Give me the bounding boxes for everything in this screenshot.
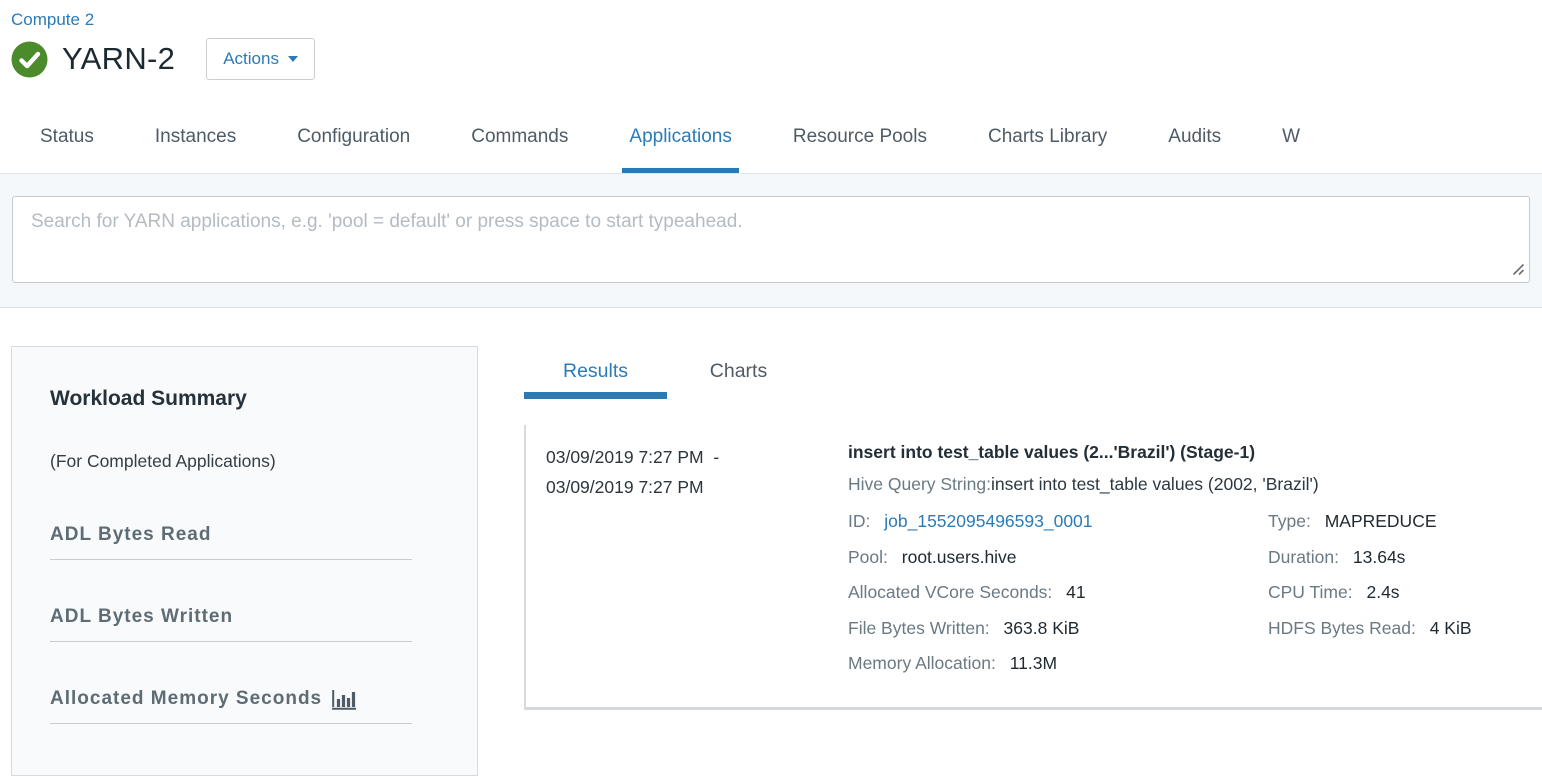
attribute-label: Pool: xyxy=(848,547,888,567)
attribute-label: File Bytes Written: xyxy=(848,618,990,638)
attribute-value: 13.64s xyxy=(1353,547,1406,567)
tab-truncated[interactable]: W xyxy=(1282,100,1300,173)
tab-audits[interactable]: Audits xyxy=(1168,100,1221,173)
main-content: Workload Summary (For Completed Applicat… xyxy=(0,346,1542,776)
attribute-label: Allocated VCore Seconds: xyxy=(848,582,1052,602)
workload-summary-panel: Workload Summary (For Completed Applicat… xyxy=(11,346,478,776)
metric-adl-bytes-written[interactable]: ADL Bytes Written xyxy=(50,606,412,642)
tab-commands[interactable]: Commands xyxy=(471,100,568,173)
search-input[interactable] xyxy=(12,196,1530,283)
attribute-label: CPU Time: xyxy=(1268,582,1353,602)
bar-chart-icon xyxy=(332,689,356,710)
breadcrumb-compute-link[interactable]: Compute 2 xyxy=(11,10,94,30)
actions-button[interactable]: Actions xyxy=(206,38,315,80)
metric-label: ADL Bytes Written xyxy=(50,606,233,628)
hive-query-value: insert into test_table values (2002, 'Br… xyxy=(991,474,1319,494)
attribute-label: HDFS Bytes Read: xyxy=(1268,618,1416,638)
application-title: insert into test_table values (2...'Braz… xyxy=(848,442,1542,463)
chevron-down-icon xyxy=(288,56,298,62)
hive-query-label: Hive Query String: xyxy=(848,474,991,494)
metric-label: Allocated Memory Seconds xyxy=(50,688,322,710)
workload-summary-subtitle: (For Completed Applications) xyxy=(50,451,439,472)
application-time-range: 03/09/2019 7:27 PM - 03/09/2019 7:27 PM xyxy=(546,442,829,707)
attribute-memory-allocation: Memory Allocation: 11.3M xyxy=(848,646,1268,682)
attribute-hdfs-bytes-read: HDFS Bytes Read: 4 KiB xyxy=(1268,611,1542,647)
tab-resource-pools[interactable]: Resource Pools xyxy=(793,100,927,173)
tab-charts[interactable]: Charts xyxy=(667,346,810,399)
actions-button-label: Actions xyxy=(223,49,279,69)
application-attributes: ID: job_1552095496593_0001 Pool: root.us… xyxy=(848,504,1542,682)
tab-status[interactable]: Status xyxy=(40,100,94,173)
attribute-cpu-time: CPU Time: 2.4s xyxy=(1268,575,1542,611)
tab-results[interactable]: Results xyxy=(524,346,667,399)
attribute-label: ID: xyxy=(848,511,870,531)
metric-allocated-memory-seconds[interactable]: Allocated Memory Seconds xyxy=(50,688,412,724)
attribute-label: Type: xyxy=(1268,511,1311,531)
tab-charts-library[interactable]: Charts Library xyxy=(988,100,1107,173)
service-header: YARN-2 Actions xyxy=(11,35,1542,83)
attribute-label: Duration: xyxy=(1268,547,1339,567)
tab-applications[interactable]: Applications xyxy=(629,100,731,173)
page-title: YARN-2 xyxy=(62,41,175,77)
workload-summary-title: Workload Summary xyxy=(50,387,439,411)
attribute-type: Type: MAPREDUCE xyxy=(1268,504,1542,540)
application-search-section xyxy=(0,174,1542,308)
attributes-left-column: ID: job_1552095496593_0001 Pool: root.us… xyxy=(848,504,1268,682)
attribute-allocated-vcore-seconds: Allocated VCore Seconds: 41 xyxy=(848,575,1268,611)
attribute-duration: Duration: 13.64s xyxy=(1268,540,1542,576)
application-result-row[interactable]: 03/09/2019 7:27 PM - 03/09/2019 7:27 PM … xyxy=(524,425,1542,710)
job-id-link[interactable]: job_1552095496593_0001 xyxy=(884,511,1092,531)
attributes-right-column: Type: MAPREDUCE Duration: 13.64s CPU Tim… xyxy=(1268,504,1542,682)
attribute-pool: Pool: root.users.hive xyxy=(848,540,1268,576)
resize-handle-icon[interactable] xyxy=(1510,261,1525,276)
attribute-file-bytes-written: File Bytes Written: 363.8 KiB xyxy=(848,611,1268,647)
hive-query-row: Hive Query String:insert into test_table… xyxy=(848,474,1542,495)
metric-adl-bytes-read[interactable]: ADL Bytes Read xyxy=(50,524,412,560)
attribute-value: 363.8 KiB xyxy=(1004,618,1080,638)
service-tab-bar: Status Instances Configuration Commands … xyxy=(0,100,1542,174)
tab-instances[interactable]: Instances xyxy=(155,100,236,173)
attribute-value: 4 KiB xyxy=(1430,618,1472,638)
attribute-value: 2.4s xyxy=(1366,582,1399,602)
start-time: 03/09/2019 7:27 PM xyxy=(546,447,704,467)
metric-label: ADL Bytes Read xyxy=(50,524,211,546)
results-tab-bar: Results Charts xyxy=(524,346,1542,399)
time-separator: - xyxy=(713,447,719,467)
applications-results-panel: Results Charts 03/09/2019 7:27 PM - 03/0… xyxy=(524,346,1542,710)
attribute-value: 41 xyxy=(1066,582,1085,602)
tab-configuration[interactable]: Configuration xyxy=(297,100,410,173)
attribute-value: 11.3M xyxy=(1010,653,1057,673)
end-time: 03/09/2019 7:27 PM xyxy=(546,477,704,497)
attribute-value: MAPREDUCE xyxy=(1325,511,1437,531)
attribute-id: ID: job_1552095496593_0001 xyxy=(848,504,1268,540)
attribute-label: Memory Allocation: xyxy=(848,653,996,673)
metric-list: ADL Bytes Read ADL Bytes Written Allocat… xyxy=(50,524,439,724)
application-details: insert into test_table values (2...'Braz… xyxy=(829,442,1542,707)
attribute-value: root.users.hive xyxy=(902,547,1017,567)
health-check-icon xyxy=(11,41,48,78)
